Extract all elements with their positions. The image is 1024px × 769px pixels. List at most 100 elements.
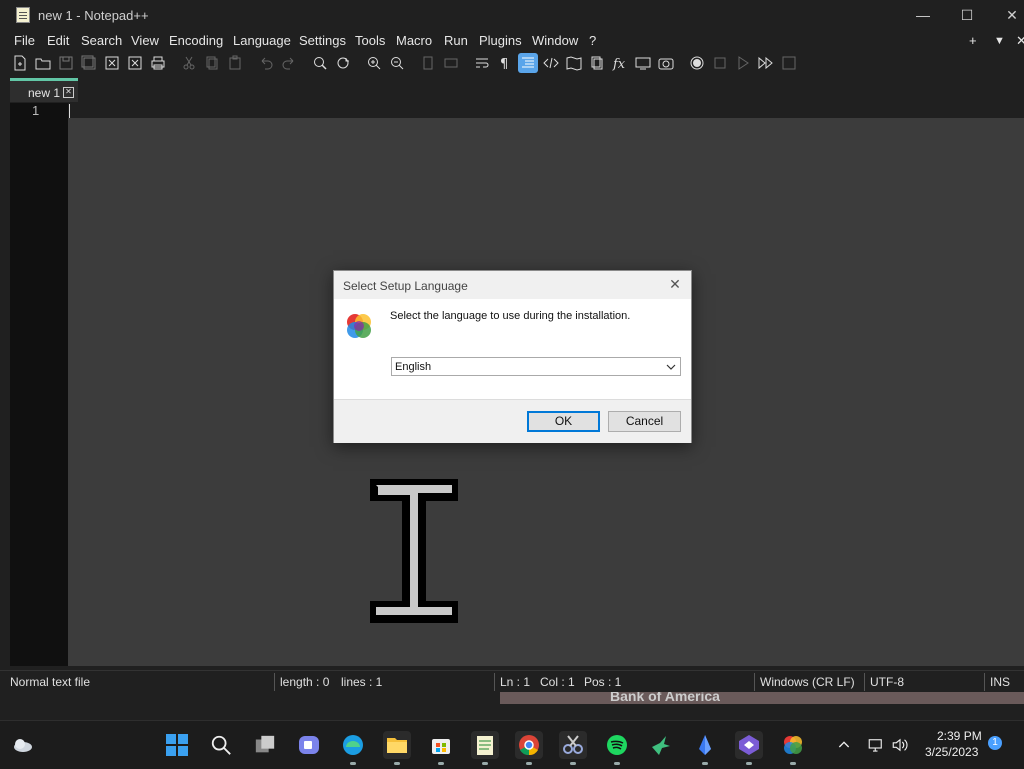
taskbar (0, 720, 1024, 769)
edge-browser-icon[interactable] (339, 731, 367, 765)
document-list-icon[interactable] (587, 53, 607, 73)
status-file-type: Normal text file (10, 675, 91, 689)
notification-badge[interactable]: 1 (988, 736, 1002, 750)
crystal-app-icon[interactable] (691, 731, 719, 765)
status-insert-mode: INS (990, 675, 1011, 689)
menu-window[interactable]: Window (532, 33, 578, 48)
menu-help[interactable]: ? (589, 33, 596, 48)
save-all-icon[interactable] (79, 53, 99, 73)
find-icon[interactable] (310, 53, 330, 73)
dialog-close-icon[interactable]: ✕ (667, 276, 683, 293)
menu-language[interactable]: Language (233, 33, 291, 48)
chevron-down-icon (666, 364, 676, 370)
save-macro-icon[interactable] (779, 53, 799, 73)
zoom-out-icon[interactable] (387, 53, 407, 73)
maximize-button[interactable]: ☐ (955, 4, 979, 26)
line-number: 1 (32, 103, 40, 118)
menu-search[interactable]: Search (81, 33, 122, 48)
cancel-button[interactable]: Cancel (608, 411, 681, 432)
notepad-app-icon (16, 7, 30, 23)
tab-close-icon[interactable]: ✕ (63, 87, 74, 98)
status-col: Col : 1 (540, 675, 575, 689)
monitoring-icon[interactable] (656, 53, 676, 73)
chrome-browser-icon[interactable] (515, 731, 543, 765)
hummingbird-app-icon[interactable] (647, 731, 675, 759)
close-button[interactable]: ✕ (1000, 4, 1024, 26)
select-setup-language-dialog: Select Setup Language ✕ Select the langu… (333, 270, 692, 443)
menu-tools[interactable]: Tools (355, 33, 385, 48)
status-length: length : 0 (280, 675, 330, 689)
language-select-value: English (395, 361, 432, 373)
tab-list-dropdown-icon[interactable]: ▼ (994, 35, 1005, 47)
installer-setup-icon[interactable] (779, 731, 807, 765)
microsoft-store-icon[interactable] (427, 731, 455, 765)
menu-view[interactable]: View (131, 33, 159, 48)
menu-encoding[interactable]: Encoding (169, 33, 223, 48)
language-select[interactable]: English (391, 357, 681, 376)
svg-text:fx: fx (612, 57, 626, 71)
xml-tag-icon[interactable] (541, 53, 561, 73)
clock-date[interactable]: 3/25/2023 (925, 745, 978, 759)
sync-vertical-icon[interactable] (418, 53, 438, 73)
copy-icon[interactable] (202, 53, 222, 73)
search-icon[interactable] (207, 731, 235, 759)
start-button-icon[interactable] (163, 731, 191, 759)
status-divider (984, 673, 985, 691)
close-document-icon[interactable]: ✕ (1016, 33, 1024, 49)
menu-run[interactable]: Run (444, 33, 468, 48)
ok-button[interactable]: OK (527, 411, 600, 432)
run-macro-multiple-icon[interactable] (756, 53, 776, 73)
show-all-characters-icon[interactable]: ¶ (495, 53, 515, 73)
notepad-plus-plus-icon[interactable] (471, 731, 499, 765)
weather-widget-icon[interactable] (8, 731, 36, 759)
save-icon[interactable] (56, 53, 76, 73)
dialog-footer: OK Cancel (334, 399, 691, 443)
minimize-button[interactable]: — (911, 4, 935, 26)
dialog-message: Select the language to use during the in… (390, 310, 631, 322)
record-macro-icon[interactable] (687, 53, 707, 73)
file-explorer-icon[interactable] (383, 731, 411, 765)
teams-chat-icon[interactable] (295, 731, 323, 759)
menu-file[interactable]: File (14, 33, 35, 48)
cut-icon[interactable] (179, 53, 199, 73)
menu-settings[interactable]: Settings (299, 33, 346, 48)
play-macro-icon[interactable] (733, 53, 753, 73)
new-tab-plus-icon[interactable]: + (969, 33, 977, 48)
status-divider (864, 673, 865, 691)
document-map-icon[interactable] (564, 53, 584, 73)
redo-icon[interactable] (279, 53, 299, 73)
folder-as-workspace-icon[interactable] (633, 53, 653, 73)
tab-label: new 1 (28, 86, 61, 100)
task-view-icon[interactable] (251, 731, 279, 759)
menu-edit[interactable]: Edit (47, 33, 69, 48)
open-file-icon[interactable] (33, 53, 53, 73)
indent-guide-icon[interactable] (518, 53, 538, 73)
word-wrap-icon[interactable] (472, 53, 492, 73)
dialog-title: Select Setup Language (343, 279, 468, 293)
function-list-icon[interactable]: fx (610, 53, 630, 73)
menu-macro[interactable]: Macro (396, 33, 432, 48)
new-file-icon[interactable] (10, 53, 30, 73)
undo-icon[interactable] (256, 53, 276, 73)
print-icon[interactable] (148, 53, 168, 73)
paste-icon[interactable] (225, 53, 245, 73)
spotify-icon[interactable] (603, 731, 631, 765)
visual-studio-icon[interactable] (735, 731, 763, 765)
menu-plugins[interactable]: Plugins (479, 33, 522, 48)
clock-time[interactable]: 2:39 PM (937, 729, 982, 743)
status-eol: Windows (CR LF) (760, 675, 855, 689)
sync-horizontal-icon[interactable] (441, 53, 461, 73)
window-title: new 1 - Notepad++ (38, 8, 149, 23)
tab-new-1[interactable]: new 1 ✕ (10, 78, 78, 102)
replace-icon[interactable] (333, 53, 353, 73)
stop-macro-icon[interactable] (710, 53, 730, 73)
snipping-tool-icon[interactable] (559, 731, 587, 765)
volume-icon[interactable] (886, 731, 914, 759)
background-window-strip: Bank of America (500, 692, 1024, 704)
tab-bar: new 1 ✕ (0, 74, 1024, 104)
close-file-icon[interactable] (102, 53, 122, 73)
zoom-in-icon[interactable] (364, 53, 384, 73)
close-all-icon[interactable] (125, 53, 145, 73)
status-encoding: UTF-8 (870, 675, 904, 689)
show-hidden-icons-chevron-icon[interactable] (830, 731, 858, 759)
